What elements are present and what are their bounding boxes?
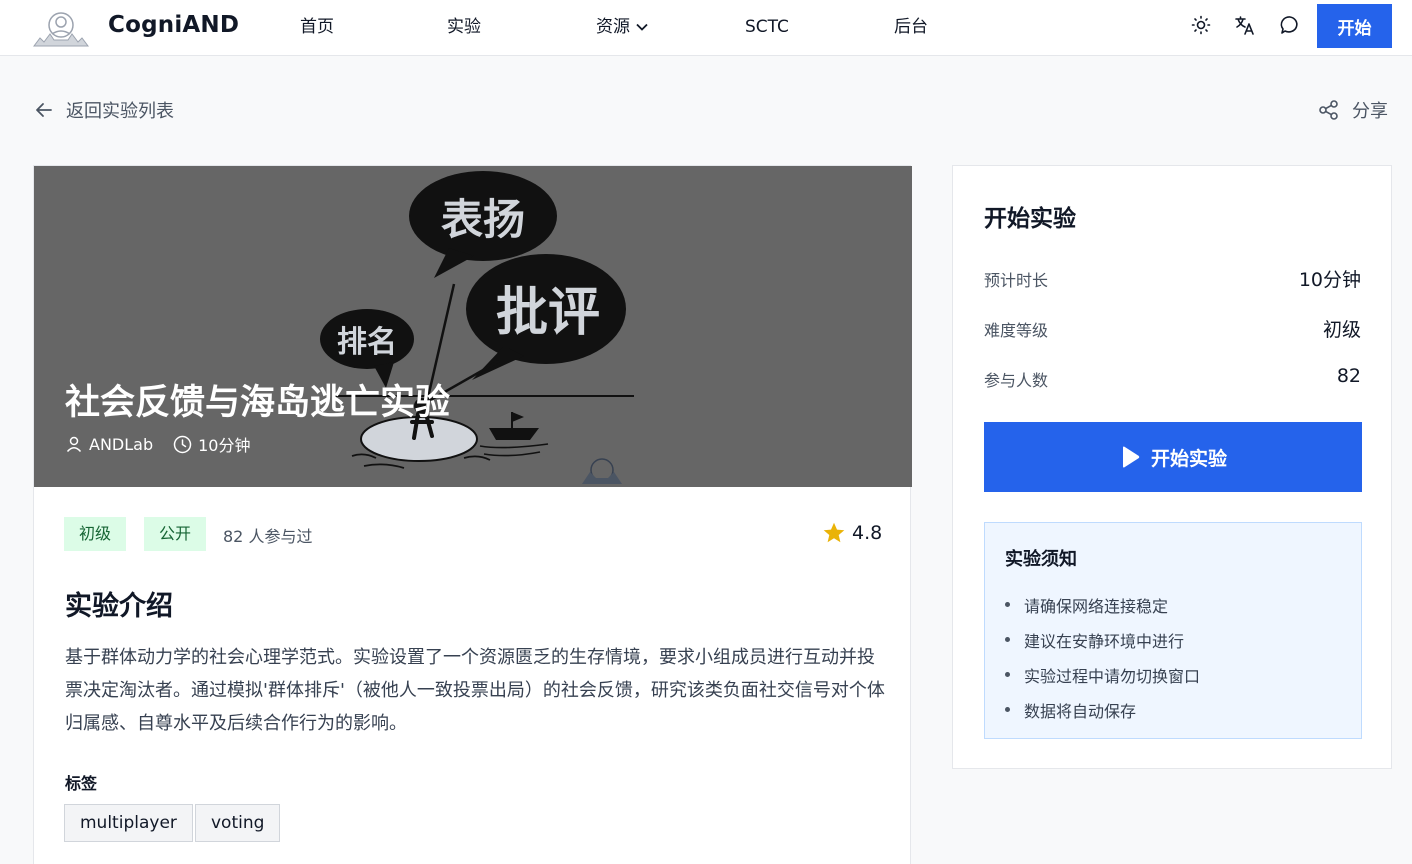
experiment-detail-card: 表扬 批评 排名 社会反馈与海岛逃亡实验 ANDLab 10分钟 初级 公开 8… [33, 165, 912, 864]
nav-admin[interactable]: 后台 [894, 14, 928, 40]
bubble-ranking-text: 排名 [337, 325, 397, 360]
intro-heading: 实验介绍 [65, 591, 173, 622]
list-item: 请确保网络连接稳定 [1005, 587, 1200, 622]
nav-home[interactable]: 首页 [300, 14, 334, 40]
user-icon [66, 436, 82, 453]
notice-item-text: 数据将自动保存 [1024, 701, 1137, 721]
list-item: 实验过程中请勿切换窗口 [1005, 657, 1200, 692]
translate-icon[interactable] [1234, 14, 1256, 36]
list-item: 建议在安静环境中进行 [1005, 622, 1200, 657]
participants-value: 82 [1336, 365, 1361, 387]
difficulty-value: 初级 [1322, 319, 1361, 341]
bullet-icon [1005, 672, 1010, 677]
logo-icon[interactable] [32, 8, 90, 48]
play-icon [1122, 446, 1140, 468]
duration-value: 10分钟 [198, 436, 251, 455]
difficulty-label: 难度等级 [984, 321, 1049, 340]
duration-meta: 10分钟 [173, 432, 250, 456]
chevron-down-icon [636, 23, 648, 31]
panel-heading: 开始实验 [984, 206, 1076, 232]
back-label: 返回实验列表 [66, 101, 174, 122]
arrow-left-icon [36, 103, 52, 117]
experiment-title: 社会反馈与海岛逃亡实验 [65, 383, 451, 423]
author-name: ANDLab [89, 434, 154, 454]
nav-resources-label: 资源 [596, 17, 630, 37]
bubble-criticism-text: 批评 [496, 283, 600, 343]
notice-item-text: 实验过程中请勿切换窗口 [1024, 666, 1201, 686]
tag-chip[interactable]: multiplayer [64, 804, 193, 842]
rating: 4.8 [822, 521, 882, 545]
bubble-praise-text: 表扬 [441, 195, 525, 244]
start-experiment-button[interactable]: 开始实验 [984, 422, 1362, 492]
notice-item-text: 建议在安静环境中进行 [1024, 631, 1185, 651]
share-label: 分享 [1352, 101, 1388, 122]
tags-heading: 标签 [65, 774, 98, 793]
star-icon [823, 522, 845, 543]
visibility-badge: 公开 [144, 517, 207, 551]
bullet-icon [1005, 707, 1010, 712]
nav-sctc[interactable]: SCTC [745, 14, 789, 40]
list-item: 数据将自动保存 [1005, 692, 1200, 727]
sun-icon[interactable] [1190, 14, 1212, 36]
share-button[interactable]: 分享 [1318, 97, 1388, 123]
notice-heading: 实验须知 [1005, 549, 1077, 570]
bullet-icon [1005, 637, 1010, 642]
chat-icon[interactable] [1279, 14, 1301, 36]
nav-start-button[interactable]: 开始 [1317, 4, 1392, 48]
experiment-notice: 实验须知 请确保网络连接稳定 建议在安静环境中进行 实验过程中请勿切换窗口 数据… [984, 522, 1362, 739]
difficulty-badge: 初级 [64, 517, 127, 551]
nav-resources[interactable]: 资源 [596, 14, 648, 40]
tag-chip[interactable]: voting [195, 804, 281, 842]
hero-meta: ANDLab 10分钟 [65, 432, 270, 456]
intro-body: 基于群体动力学的社会心理学范式。实验设置了一个资源匮乏的生存情境，要求小组成员进… [65, 647, 885, 734]
author-meta: ANDLab [65, 435, 153, 454]
participants-count: 82 人参与过 [223, 527, 313, 546]
clock-icon [173, 435, 192, 453]
nav-experiments[interactable]: 实验 [447, 14, 481, 40]
notice-list: 请确保网络连接稳定 建议在安静环境中进行 实验过程中请勿切换窗口 数据将自动保存 [1005, 587, 1200, 727]
notice-item-text: 请确保网络连接稳定 [1024, 596, 1169, 616]
hero-banner: 表扬 批评 排名 社会反馈与海岛逃亡实验 ANDLab 10分钟 [34, 166, 912, 487]
back-to-list-link[interactable]: 返回实验列表 [34, 97, 174, 123]
bullet-icon [1005, 602, 1010, 607]
share-icon [1319, 100, 1338, 120]
brand-name[interactable]: CogniAND [108, 12, 239, 38]
duration-label: 预计时长 [984, 271, 1049, 290]
start-experiment-panel: 开始实验 预计时长 10分钟 难度等级 初级 参与人数 82 开始实验 实验须知… [952, 165, 1392, 769]
participants-label: 参与人数 [984, 371, 1049, 390]
start-experiment-label: 开始实验 [1150, 447, 1227, 470]
rating-value: 4.8 [852, 522, 883, 544]
duration-value: 10分钟 [1298, 269, 1361, 291]
top-navbar: CogniAND 首页 实验 资源 SCTC 后台 开始 [0, 0, 1412, 56]
